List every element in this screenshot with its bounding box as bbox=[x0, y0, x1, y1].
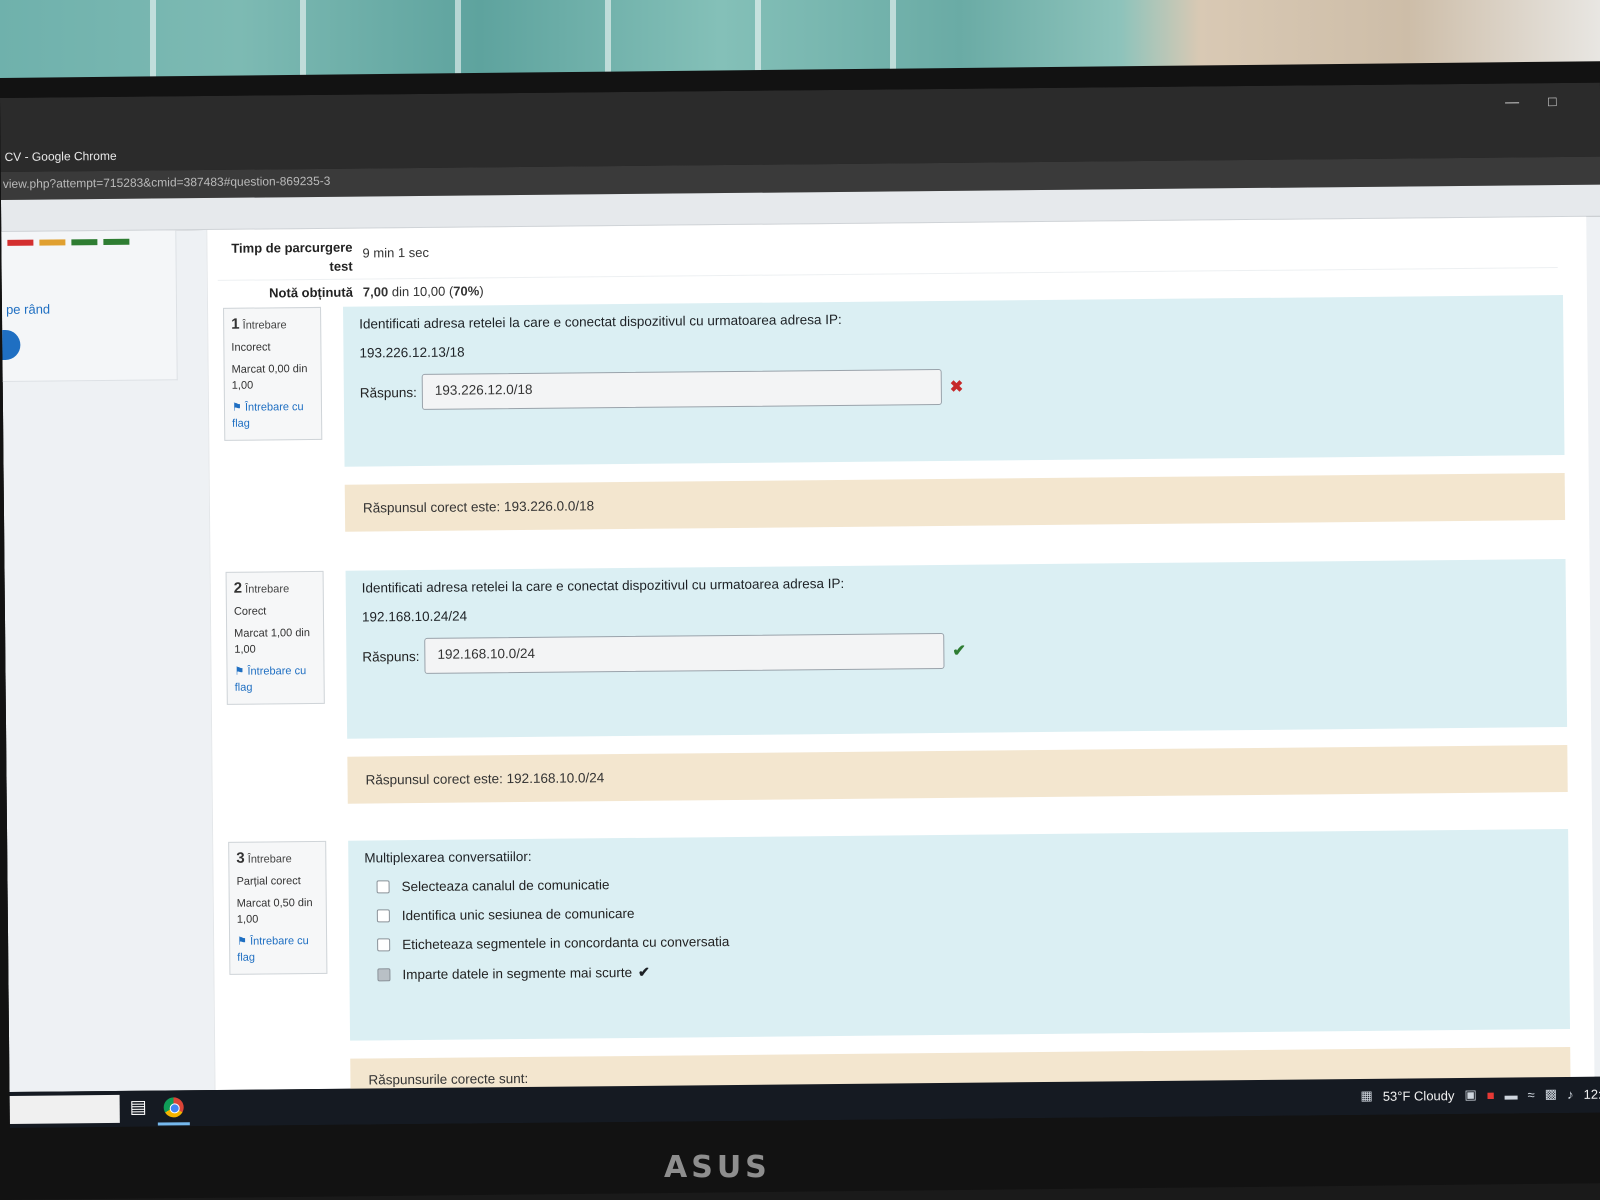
option-text: Imparte datele in segmente mai scurte bbox=[402, 964, 633, 983]
quiz-navigation-drawer: pe rând bbox=[0, 230, 178, 382]
flag-icon: ⚑ bbox=[231, 401, 242, 414]
question-label: Întrebare bbox=[242, 319, 287, 332]
checkbox-checked[interactable] bbox=[377, 968, 391, 982]
grade-points: 7,00 bbox=[362, 284, 389, 300]
url-text[interactable]: view.php?attempt=715283&cmid=387483#ques… bbox=[3, 174, 331, 191]
system-tray: ▦ 53°F Cloudy ▣ ■ ▬ ≈ ▩ ♪ 12: bbox=[1360, 1086, 1600, 1104]
question-ip: 192.168.10.24/24 bbox=[361, 608, 468, 625]
news-widget-icon[interactable]: ▦ bbox=[1360, 1088, 1372, 1104]
checkbox[interactable] bbox=[376, 880, 390, 894]
question-formulation: Identificati adresa retelei la care e co… bbox=[345, 558, 1568, 739]
correct-answer-feedback: Răspunsul corect este: 193.226.0.0/18 bbox=[344, 472, 1566, 532]
question-nav-buttons bbox=[7, 238, 130, 246]
grade-value: 7,00 din 10,00 (70%) bbox=[363, 281, 484, 301]
question-info: 2 Întrebare Corect Marcat 1,00 din 1,00 … bbox=[225, 570, 325, 705]
windows-security-icon[interactable]: ▩ bbox=[1545, 1086, 1557, 1102]
answer-option[interactable]: Identifica unic sesiunea de comunicare bbox=[376, 897, 1553, 924]
question-formulation: Identificati adresa retelei la care e co… bbox=[343, 295, 1565, 467]
question-formulation: Multiplexarea conversatiilor: Selecteaza… bbox=[348, 828, 1571, 1041]
clock-text[interactable]: 12: bbox=[1583, 1086, 1600, 1101]
correct-icon: ✔ bbox=[637, 963, 650, 980]
flag-label: Întrebare cu flag bbox=[237, 935, 309, 964]
question-number: 3 bbox=[236, 849, 245, 867]
flag-question-link[interactable]: ⚑ Întrebare cu flag bbox=[234, 663, 316, 696]
question-mark: Marcat 1,00 din 1,00 bbox=[234, 627, 311, 656]
answer-row: Răspuns: 192.168.10.0/24 ✔ bbox=[362, 627, 1550, 674]
show-one-page-link[interactable]: pe rând bbox=[6, 302, 50, 317]
antivirus-icon[interactable]: ■ bbox=[1487, 1087, 1495, 1102]
option-text: Identifica unic sesiunea de comunicare bbox=[401, 905, 635, 924]
question-state: Parțial corect bbox=[236, 875, 301, 888]
question-mark: Marcat 0,00 din 1,00 bbox=[231, 363, 308, 392]
time-label: Timp de parcurgere test bbox=[231, 239, 353, 274]
correct-icon: ✔ bbox=[952, 642, 966, 660]
question-mark: Marcat 0,50 din 1,00 bbox=[236, 897, 313, 926]
question-info: 3 Întrebare Parțial corect Marcat 0,50 d… bbox=[228, 840, 328, 975]
time-value: 9 min 1 sec bbox=[362, 244, 430, 261]
option-text: Selecteaza canalul de comunicatie bbox=[401, 877, 610, 895]
attempt-summary: Timp de parcurgere test 9 min 1 sec Notă… bbox=[217, 223, 1558, 306]
question-info: 1 Întrebare Incorect Marcat 0,00 din 1,0… bbox=[223, 306, 323, 441]
question-label: Întrebare bbox=[247, 853, 292, 866]
question-nav-button[interactable] bbox=[39, 239, 66, 246]
network-icon[interactable]: ▣ bbox=[1464, 1087, 1476, 1103]
question-nav-button[interactable] bbox=[71, 239, 98, 246]
battery-icon[interactable]: ▬ bbox=[1505, 1087, 1518, 1102]
grade-percent: 70% bbox=[453, 283, 480, 299]
answer-option[interactable]: Selecteaza canalul de comunicatie bbox=[376, 868, 1553, 895]
option-text: Eticheteaza segmentele in concordanta cu… bbox=[402, 934, 730, 953]
flag-question-link[interactable]: ⚑ Întrebare cu flag bbox=[232, 399, 314, 432]
question-number: 2 bbox=[233, 579, 243, 597]
answer-label: Răspuns: bbox=[362, 648, 420, 665]
finish-review-button[interactable] bbox=[0, 329, 21, 361]
question-3: 3 Întrebare Parțial corect Marcat 0,50 d… bbox=[228, 828, 1571, 1099]
answer-option[interactable]: Imparte datele in segmente mai scurte ✔ bbox=[377, 955, 1553, 983]
main-content: Timp de parcurgere test 9 min 1 sec Notă… bbox=[206, 216, 1595, 1099]
answer-option[interactable]: Eticheteaza segmentele in concordanta cu… bbox=[377, 926, 1553, 952]
question-number: 1 bbox=[231, 315, 240, 333]
grade-close: ) bbox=[479, 283, 484, 299]
question-2: 2 Întrebare Corect Marcat 1,00 din 1,00 … bbox=[225, 558, 1568, 804]
window-title: CV - Google Chrome bbox=[4, 148, 117, 164]
flag-label: Întrebare cu flag bbox=[232, 401, 304, 430]
correct-answer-feedback: Răspunsul corect este: 192.168.10.0/24 bbox=[347, 744, 1568, 804]
flag-label: Întrebare cu flag bbox=[234, 665, 307, 694]
screen: CV - Google Chrome — □ view.php?attempt=… bbox=[0, 82, 1600, 1128]
question-state: Corect bbox=[233, 605, 267, 618]
grade-total: din 10,00 ( bbox=[391, 283, 454, 300]
active-app-indicator bbox=[157, 1122, 190, 1126]
monitor-brand-logo: ASUS bbox=[664, 1150, 771, 1185]
quiz-review-page: pe rând Timp de parcurgere test 9 min 1 … bbox=[0, 216, 1600, 1099]
checkbox[interactable] bbox=[376, 909, 390, 923]
flag-question-link[interactable]: ⚑ Întrebare cu flag bbox=[237, 933, 319, 966]
chrome-icon[interactable] bbox=[163, 1097, 184, 1118]
question-nav-button[interactable] bbox=[7, 239, 34, 246]
wifi-icon[interactable]: ≈ bbox=[1528, 1087, 1535, 1102]
question-ip: 193.226.12.13/18 bbox=[359, 344, 465, 361]
taskbar-search-box[interactable] bbox=[9, 1094, 120, 1124]
answer-row: Răspuns: 193.226.12.0/18 ✖ bbox=[360, 363, 1548, 410]
maximize-icon[interactable]: □ bbox=[1548, 93, 1557, 109]
question-text: Multiplexarea conversatiilor: bbox=[364, 848, 532, 866]
grade-label: Notă obținută bbox=[269, 284, 353, 301]
volume-icon[interactable]: ♪ bbox=[1567, 1086, 1574, 1101]
flag-icon: ⚑ bbox=[237, 935, 248, 948]
question-label: Întrebare bbox=[245, 583, 290, 596]
checkbox[interactable] bbox=[377, 938, 391, 952]
question-state: Incorect bbox=[231, 341, 271, 354]
question-text: Identificati adresa retelei la care e co… bbox=[359, 311, 842, 332]
answer-field[interactable]: 192.168.10.0/24 bbox=[424, 632, 945, 674]
incorrect-icon: ✖ bbox=[949, 378, 964, 396]
question-nav-button[interactable] bbox=[103, 238, 130, 246]
weather-text[interactable]: 53°F Cloudy bbox=[1383, 1088, 1455, 1104]
minimize-icon[interactable]: — bbox=[1505, 93, 1519, 109]
answer-label: Răspuns: bbox=[359, 384, 417, 401]
task-view-icon[interactable]: ▤ bbox=[130, 1097, 147, 1118]
flag-icon: ⚑ bbox=[234, 665, 245, 678]
answer-field[interactable]: 193.226.12.0/18 bbox=[421, 368, 943, 410]
question-text: Identificati adresa retelei la care e co… bbox=[361, 575, 845, 596]
